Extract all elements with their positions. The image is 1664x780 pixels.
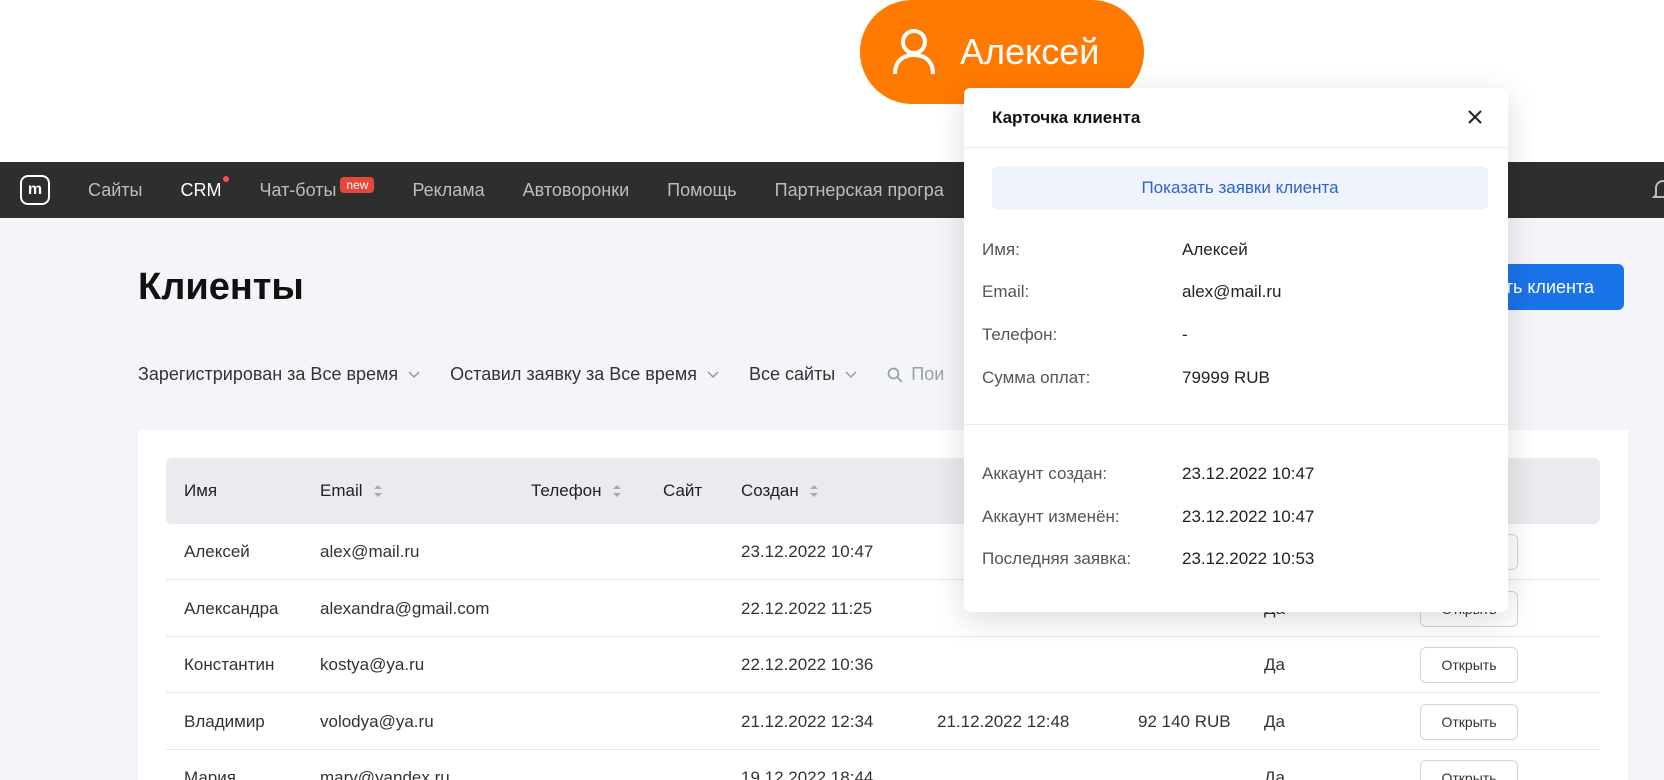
notification-dot (223, 175, 230, 182)
header-email[interactable]: Email (320, 481, 383, 501)
new-badge: new (340, 176, 375, 193)
cell-name: Алексей (184, 542, 250, 561)
header-name[interactable]: Имя (184, 481, 217, 501)
user-icon (893, 29, 935, 75)
header-email-label: Email (320, 481, 363, 500)
field-value: - (1182, 325, 1188, 344)
filter-sites[interactable]: Все сайты (749, 364, 857, 385)
filter-request-label: Оставил заявку за Все время (450, 364, 697, 384)
field-value: 23.12.2022 10:47 (1182, 507, 1315, 526)
field-label: Последняя заявка: (982, 549, 1132, 568)
field-value: 23.12.2022 10:47 (1182, 464, 1315, 483)
open-button[interactable]: Открыть (1420, 704, 1518, 740)
table-row[interactable]: Константин kostya@ya.ru 22.12.2022 10:36… (166, 637, 1600, 693)
nav-item-crm[interactable]: CRM (180, 175, 230, 201)
cell-last-request: 21.12.2022 12:48 (937, 712, 1070, 731)
cell-created: 22.12.2022 10:36 (741, 655, 874, 674)
page-title: Клиенты (138, 266, 304, 308)
filters-bar: Зарегистрирован за Все время Оставил зая… (138, 364, 944, 385)
cell-email: kostya@ya.ru (320, 655, 425, 674)
field-label: Телефон: (982, 325, 1058, 344)
nav-item-crm-label: CRM (180, 179, 222, 200)
divider (964, 424, 1508, 425)
filter-sites-label: Все сайты (748, 364, 836, 384)
nav-item-autofunnels[interactable]: Автоворонки (523, 180, 630, 201)
card-title: Карточка клиента (992, 108, 1141, 127)
header-phone[interactable]: Телефон (531, 481, 622, 501)
cell-created: 22.12.2022 11:25 (741, 599, 873, 618)
nav-item-partner[interactable]: Партнерская програ (775, 180, 944, 201)
nav-item-chatbots[interactable]: Чат-боты new (259, 176, 375, 201)
open-button[interactable]: Открыть (1420, 760, 1518, 780)
header-site-label: Сайт (663, 481, 703, 500)
sort-icon (373, 485, 382, 497)
field-value: 23.12.2022 10:53 (1182, 549, 1315, 568)
nav-item-ads[interactable]: Реклама (412, 180, 484, 201)
cell-flag: Да (1264, 712, 1285, 731)
search-input[interactable]: Пои (887, 364, 944, 385)
user-chip-name: Алексей (960, 31, 1100, 72)
field-value: alex@mail.ru (1182, 282, 1282, 301)
header-phone-label: Телефон (531, 481, 602, 500)
filter-registered-label: Зарегистрирован за Все время (138, 364, 399, 384)
field-label: Аккаунт создан: (982, 464, 1108, 483)
field-value: Алексей (1182, 240, 1248, 259)
nav-item-help[interactable]: Помощь (667, 180, 737, 201)
open-button[interactable]: Открыть (1420, 647, 1518, 683)
field-value: 79999 RUB (1182, 368, 1270, 387)
cell-name: Мария (184, 768, 236, 780)
cell-email: alex@mail.ru (320, 542, 420, 561)
header-site[interactable]: Сайт (663, 481, 702, 501)
cell-created: 23.12.2022 10:47 (741, 542, 874, 561)
field-label: Email: (982, 282, 1030, 301)
cell-flag: Да (1264, 655, 1285, 674)
field-label: Сумма оплат: (982, 368, 1091, 387)
cell-email: volodya@ya.ru (320, 712, 434, 731)
nav-item-chatbots-label: Чат-боты (259, 179, 337, 200)
header-created[interactable]: Создан (741, 481, 819, 501)
sort-icon (612, 485, 621, 497)
filter-registered[interactable]: Зарегистрирован за Все время (138, 364, 420, 385)
cell-name: Константин (184, 655, 275, 674)
field-label: Аккаунт изменён: (982, 507, 1120, 526)
cell-email: mary@yandex.ru (320, 768, 450, 780)
cell-flag: Да (1264, 768, 1285, 780)
chevron-down-icon (845, 370, 857, 378)
cell-created: 19.12.2022 18:44 (741, 768, 874, 780)
chevron-down-icon (408, 370, 420, 378)
cell-sum: 92 140 RUB (1138, 712, 1231, 731)
cell-email: alexandra@gmail.com (320, 599, 490, 618)
card-header: Карточка клиента (964, 88, 1508, 148)
cell-name: Владимир (184, 712, 265, 731)
logo-icon[interactable]: m (20, 175, 50, 205)
client-card-popup: Карточка клиента Показать заявки клиента… (964, 88, 1508, 612)
chevron-down-icon (707, 370, 719, 378)
search-icon (887, 367, 903, 383)
page: Алексей m Сайты CRM Чат-боты new Реклама … (0, 0, 1664, 780)
cell-name: Александра (184, 599, 279, 618)
close-icon[interactable] (1464, 106, 1486, 128)
search-placeholder: Пои (911, 364, 945, 384)
filter-request[interactable]: Оставил заявку за Все время (450, 364, 719, 385)
sort-icon (809, 485, 818, 497)
table-row[interactable]: Владимир volodya@ya.ru 21.12.2022 12:34 … (166, 694, 1600, 750)
table-row[interactable]: Мария mary@yandex.ru 19.12.2022 18:44 Да… (166, 750, 1600, 780)
field-label: Имя: (982, 240, 1020, 259)
header-created-label: Создан (741, 481, 799, 500)
show-requests-button[interactable]: Показать заявки клиента (992, 166, 1488, 210)
nav-item-sites[interactable]: Сайты (88, 180, 142, 201)
bell-icon[interactable] (1652, 178, 1664, 202)
cell-created: 21.12.2022 12:34 (741, 712, 874, 731)
header-name-label: Имя (184, 481, 218, 500)
